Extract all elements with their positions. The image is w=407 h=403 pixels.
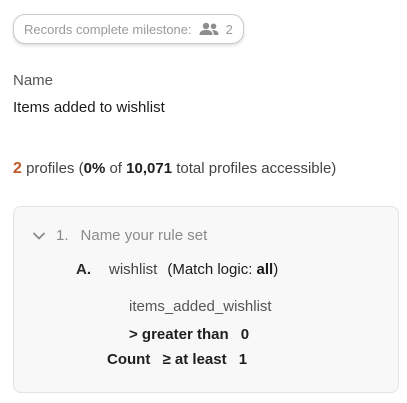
chip-label: Records complete milestone: — [24, 21, 192, 37]
match-logic-suffix: ) — [273, 261, 279, 278]
rule-letter: A. — [76, 261, 91, 278]
profiles-of: of — [105, 160, 127, 177]
profiles-total: 10,071 — [126, 160, 173, 177]
count-condition: Count ≥ at least 1 — [107, 351, 247, 368]
rule-event: wishlist — [109, 261, 158, 278]
profiles-count: 2 — [13, 160, 22, 177]
rule-row: A. wishlist (Match logic: all) — [76, 261, 278, 278]
condition-value: 0 — [240, 326, 250, 343]
rule-property: items_added_wishlist — [129, 298, 272, 315]
name-value: Items added to wishlist — [13, 99, 165, 116]
chip-count: 2 — [225, 21, 233, 37]
profiles-suffix: total profiles accessible) — [172, 160, 337, 177]
rule-condition: > greater than 0 — [129, 326, 249, 343]
profiles-open: ( — [74, 160, 84, 177]
profiles-percent: 0% — [83, 160, 106, 177]
profiles-summary: 2 profiles (0% of 10,071 total profiles … — [13, 160, 336, 178]
match-logic: (Match logic: all) — [167, 261, 278, 278]
rule-set-number: 1. — [56, 227, 69, 244]
match-logic-value: all — [256, 261, 274, 278]
rule-set-title: Name your rule set — [80, 227, 208, 244]
people-icon — [198, 22, 220, 36]
profiles-word: profiles — [26, 160, 75, 177]
count-operator: ≥ at least — [162, 351, 227, 368]
match-logic-prefix: (Match logic: — [167, 261, 257, 278]
chevron-down-icon[interactable] — [32, 231, 48, 241]
condition-operator: > greater than — [129, 326, 229, 343]
count-value: 1 — [238, 351, 248, 368]
count-label: Count — [107, 351, 151, 368]
rule-set-panel: 1. Name your rule set A. wishlist (Match… — [13, 206, 399, 393]
name-label: Name — [13, 72, 54, 89]
milestone-filter-chip[interactable]: Records complete milestone: 2 — [13, 14, 244, 44]
rule-set-header[interactable]: 1. Name your rule set — [32, 227, 207, 244]
